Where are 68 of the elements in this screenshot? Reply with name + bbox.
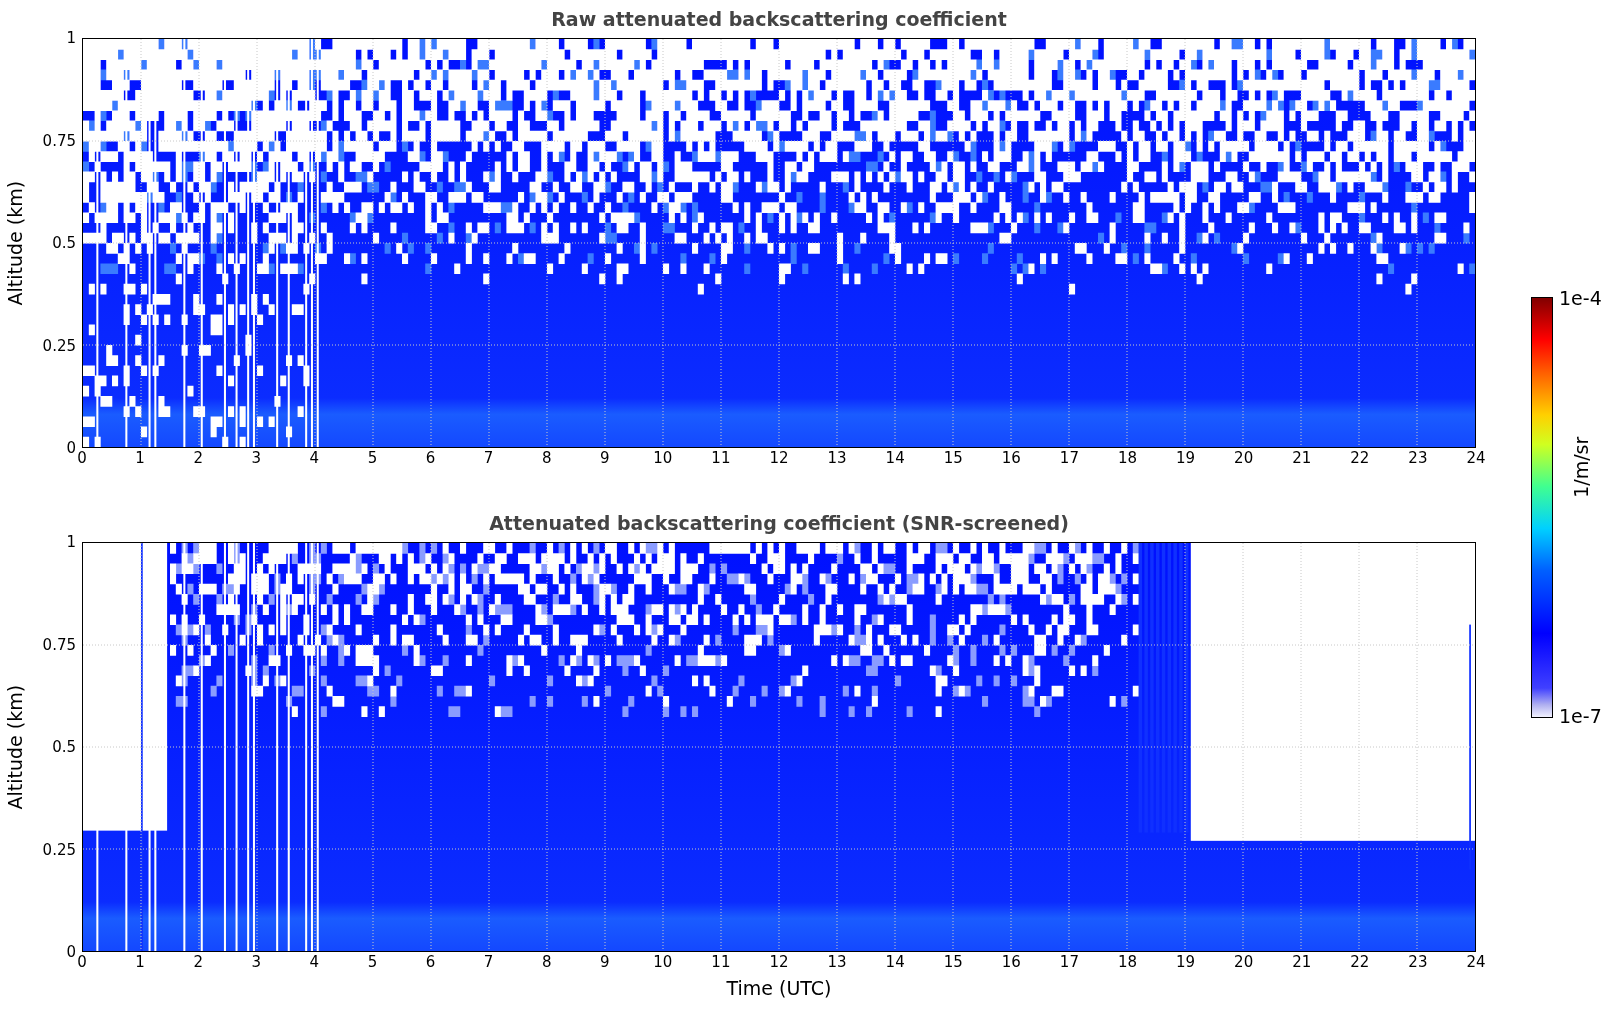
tick-label: 6 (425, 451, 436, 466)
tick-label: 11 (711, 451, 731, 466)
tick-label: 14 (885, 955, 905, 970)
tick-label: 5 (367, 955, 378, 970)
tick-label: 22 (1350, 451, 1370, 466)
axis-label: Altitude (km) (2, 180, 27, 306)
tick-label: 11 (711, 955, 731, 970)
tick-label: 0.25 (42, 842, 76, 857)
tick-label: 21 (1292, 451, 1312, 466)
tick-label: 23 (1408, 955, 1428, 970)
tick-label: 1 (66, 534, 76, 550)
tick-label: 16 (1001, 451, 1021, 466)
tick-label: 2 (193, 955, 203, 970)
tick-label: 4 (309, 955, 320, 970)
tick-label: 22 (1350, 955, 1370, 970)
tick-label: 0.75 (42, 133, 76, 148)
tick-label: 14 (885, 451, 905, 466)
axis-label: Altitude (km) (2, 684, 27, 810)
tick-label: 12 (769, 451, 789, 466)
tick-label: 16 (1001, 955, 1021, 970)
colorbar-unit-label: 1/m/sr (1569, 436, 1594, 499)
tick-label: 17 (1059, 955, 1079, 970)
tick-label: 1 (135, 451, 145, 466)
tick-label: 7 (483, 451, 494, 466)
panel-title: Raw attenuated backscattering coefficient (551, 6, 1007, 32)
tick-label: 7 (483, 955, 494, 970)
tick-label: 23 (1408, 451, 1428, 466)
tick-label: 2 (193, 451, 203, 466)
tick-label: 19 (1176, 955, 1196, 970)
tick-label: 6 (425, 955, 436, 970)
tick-label: 5 (367, 451, 378, 466)
tick-label: 10 (653, 451, 673, 466)
tick-label: 18 (1117, 451, 1138, 466)
tick-label: 24 (1466, 451, 1486, 466)
tick-label: 8 (541, 451, 552, 466)
colorbar-max-label: 1e-4 (1559, 289, 1603, 308)
tick-label: 4 (309, 451, 320, 466)
tick-label: 10 (653, 955, 673, 970)
tick-label: 3 (251, 955, 261, 970)
tick-label: 3 (251, 451, 261, 466)
tick-label: 19 (1176, 451, 1196, 466)
tick-label: 9 (600, 451, 610, 466)
axis-label: Time (UTC) (726, 976, 832, 1001)
tick-label: 15 (943, 955, 963, 970)
tick-label: 20 (1234, 451, 1254, 466)
tick-label: 0.75 (42, 637, 76, 652)
tick-label: 17 (1059, 451, 1079, 466)
colorbar-min-label: 1e-7 (1559, 707, 1603, 726)
tick-label: 0.5 (52, 235, 76, 251)
tick-label: 8 (541, 955, 552, 970)
tick-label: 0 (77, 451, 87, 466)
tick-label: 20 (1234, 955, 1254, 970)
tick-label: 12 (769, 955, 789, 970)
tick-label: 0 (77, 955, 87, 970)
tick-label: 1 (66, 30, 76, 46)
tick-label: 13 (827, 451, 847, 466)
tick-label: 13 (827, 955, 847, 970)
tick-label: 18 (1117, 955, 1138, 970)
tick-label: 24 (1466, 955, 1486, 970)
tick-label: 0 (66, 944, 76, 960)
panel-title: Attenuated backscattering coefficient (SNR-screened) (489, 510, 1069, 536)
tick-label: 0.5 (52, 739, 76, 755)
tick-label: 0.25 (42, 338, 76, 353)
tick-label: 1 (135, 955, 145, 970)
tick-label: 15 (943, 451, 963, 466)
tick-label: 9 (600, 955, 610, 970)
tick-label: 21 (1292, 955, 1312, 970)
tick-label: 0 (66, 440, 76, 456)
